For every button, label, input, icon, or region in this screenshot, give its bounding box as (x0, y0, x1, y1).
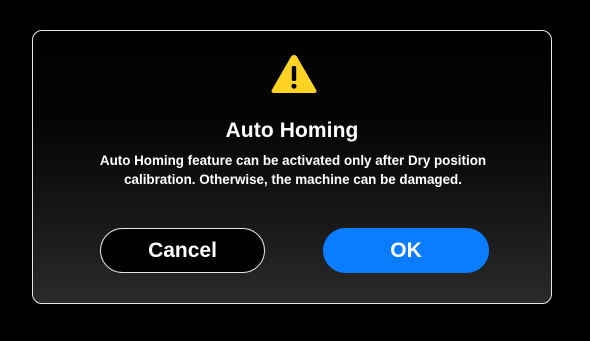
ok-button[interactable]: OK (323, 228, 489, 273)
warning-triangle-icon (271, 55, 317, 93)
auto-homing-dialog: Auto Homing Auto Homing feature can be a… (32, 30, 552, 304)
dialog-message: Auto Homing feature can be activated onl… (99, 153, 487, 187)
dialog-title: Auto Homing (225, 119, 359, 142)
cancel-button[interactable]: Cancel (100, 228, 265, 273)
